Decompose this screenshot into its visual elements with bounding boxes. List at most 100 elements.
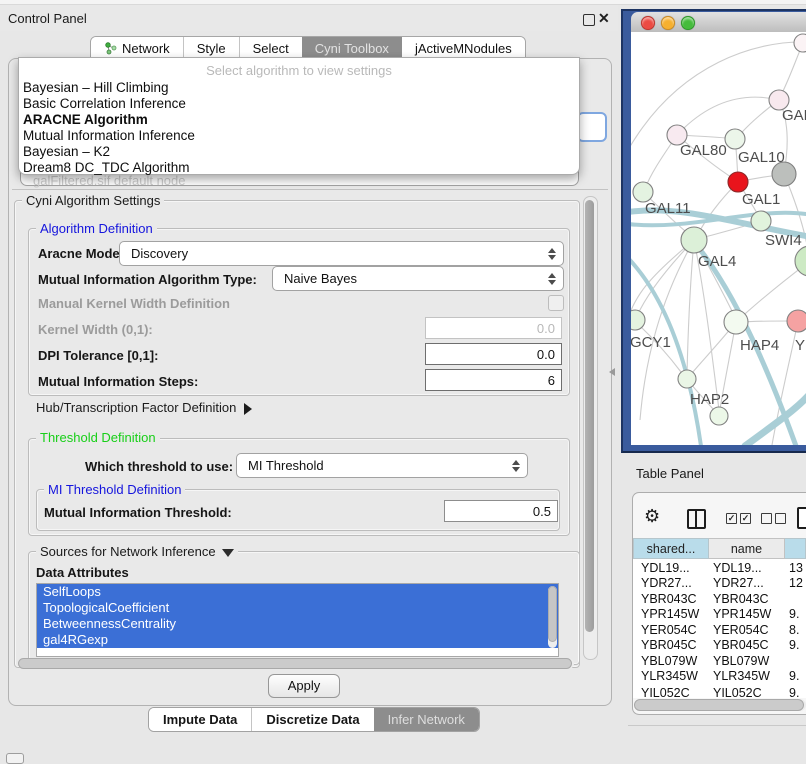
table-cell[interactable]: YIL052C — [713, 686, 762, 697]
which-threshold-label: Which threshold to use: — [85, 459, 233, 474]
settings-scrollbar[interactable] — [583, 196, 598, 660]
attributes-scrollbar[interactable] — [548, 586, 557, 648]
zoom-window-icon[interactable] — [681, 16, 695, 30]
table-cell[interactable]: YBR045C — [641, 638, 697, 652]
panel-divider — [12, 189, 608, 190]
table-cell[interactable]: YER054C — [641, 623, 697, 637]
bottom-tabbar: Impute Data Discretize Data Infer Networ… — [148, 707, 480, 732]
table-cell[interactable]: 12 — [789, 576, 803, 590]
network-window-titlebar[interactable] — [631, 12, 806, 33]
attribute-item-selected[interactable]: SelfLoops — [37, 584, 558, 600]
aracne-mode-select[interactable]: Discovery — [119, 241, 564, 266]
table-cell[interactable]: YBR045C — [713, 638, 769, 652]
close-window-icon[interactable] — [641, 16, 655, 30]
table-cell[interactable]: YBR043C — [641, 592, 697, 606]
cyni-algorithm-settings-title: Cyni Algorithm Settings — [22, 193, 164, 208]
node — [794, 34, 806, 52]
mi-steps-field[interactable]: 6 — [425, 369, 562, 391]
hub-definition-label: Hub/Transcription Factor Definition — [36, 400, 236, 415]
dpi-tolerance-field[interactable]: 0.0 — [425, 343, 562, 365]
gear-icon[interactable]: ⚙ — [644, 506, 660, 527]
table-cell[interactable]: YIL052C — [641, 686, 690, 697]
table-cell[interactable]: YDL19... — [713, 561, 762, 575]
mi-type-value: Naive Bayes — [284, 271, 357, 286]
tab-infer-network[interactable]: Infer Network — [374, 708, 479, 731]
dropdown-item-selected[interactable]: ARACNE Algorithm — [23, 112, 148, 127]
table-cell[interactable]: 9. — [789, 669, 799, 683]
tab-impute-data[interactable]: Impute Data — [149, 708, 251, 731]
table-cell[interactable]: 9. — [789, 686, 799, 697]
table-hscrollbar[interactable] — [634, 699, 806, 711]
close-icon[interactable]: ✕ — [598, 10, 610, 27]
table-cell[interactable]: YDR27... — [713, 576, 764, 590]
which-threshold-value: MI Threshold — [248, 458, 324, 473]
table-cell[interactable]: 13 — [789, 561, 803, 575]
node-label: SWI4 — [765, 232, 802, 249]
settings-hscrollbar-thumb[interactable] — [18, 658, 572, 669]
hub-definition-expander[interactable]: Hub/Transcription Factor Definition — [36, 400, 252, 415]
attributes-scrollbar-thumb[interactable] — [548, 586, 557, 642]
node-gcy1 — [631, 310, 645, 330]
node-hap2 — [678, 370, 696, 388]
dropdown-item[interactable]: Bayesian – Hill Climbing — [23, 80, 169, 95]
document-icon[interactable] — [797, 507, 806, 529]
table-cell[interactable]: YBL079W — [641, 654, 697, 668]
panel-splitter-handle[interactable] — [609, 368, 615, 376]
which-threshold-select[interactable]: MI Threshold — [236, 453, 528, 478]
stepper-icon — [548, 248, 556, 260]
dropdown-item[interactable]: Dream8 DC_TDC Algorithm — [23, 160, 190, 175]
node-gal4 — [681, 227, 707, 253]
minimize-window-icon[interactable] — [661, 16, 675, 30]
attribute-item-selected[interactable]: BetweennessCentrality — [37, 616, 558, 632]
table-cell[interactable]: YBR043C — [713, 592, 769, 606]
checked-checkbox-icon[interactable]: ✓ — [726, 513, 737, 524]
expand-right-icon — [244, 403, 252, 415]
table-cell[interactable]: YDR27... — [641, 576, 692, 590]
table-cell[interactable]: YLR345W — [713, 669, 770, 683]
dropdown-item[interactable]: Basic Correlation Inference — [23, 96, 186, 111]
collapsed-panel-chip[interactable] — [6, 753, 24, 764]
tab-discretize-data[interactable]: Discretize Data — [251, 708, 373, 731]
settings-scrollbar-thumb[interactable] — [585, 200, 594, 632]
mi-type-select[interactable]: Naive Bayes — [272, 266, 564, 291]
dropdown-item[interactable]: Bayesian – K2 — [23, 144, 110, 159]
kernel-width-field[interactable]: 0.0 — [425, 317, 562, 339]
float-panel-icon[interactable] — [583, 14, 595, 26]
attribute-item-selected[interactable]: gal4RGexp — [37, 632, 558, 648]
algorithm-definition-title: Algorithm Definition — [36, 221, 157, 236]
checked-checkbox-icon[interactable]: ✓ — [740, 513, 751, 524]
network-canvas[interactable]: GAL GAL80 GAL10 GAL1 GAL11 SWI4 GAL4 GCY… — [631, 32, 806, 445]
table-cell[interactable]: YBL079W — [713, 654, 769, 668]
table-cell[interactable]: YLR345W — [641, 669, 698, 683]
table-panel-title: Table Panel — [636, 466, 704, 481]
mi-steps-label: Mutual Information Steps: — [38, 374, 198, 389]
table-cell[interactable]: YER054C — [713, 623, 769, 637]
table-cell[interactable]: YPR145W — [641, 607, 699, 621]
table-cell[interactable]: 8. — [789, 623, 799, 637]
table-cell[interactable]: YPR145W — [713, 607, 771, 621]
table-cell[interactable]: 9. — [789, 607, 799, 621]
table-hscrollbar-thumb[interactable] — [634, 699, 804, 711]
table-cell[interactable]: 9. — [789, 638, 799, 652]
table-cell[interactable]: YDL19... — [641, 561, 690, 575]
data-attributes-list[interactable]: SelfLoops TopologicalCoefficient Between… — [36, 583, 559, 657]
column-header-name[interactable]: name — [709, 538, 785, 559]
manual-kernel-label: Manual Kernel Width Definition — [38, 296, 230, 311]
node-label: GAL1 — [742, 191, 780, 208]
column-header-shared[interactable]: shared... — [633, 538, 709, 559]
control-panel-titlebar — [0, 5, 618, 31]
column-header-partial[interactable] — [785, 538, 806, 559]
kernel-width-label: Kernel Width (0,1): — [38, 322, 153, 337]
settings-hscrollbar[interactable] — [18, 658, 574, 669]
unchecked-checkbox-icon[interactable] — [761, 513, 772, 524]
apply-button[interactable]: Apply — [268, 674, 340, 698]
unchecked-checkbox-icon[interactable] — [775, 513, 786, 524]
split-columns-icon[interactable] — [687, 509, 706, 529]
attribute-item-selected[interactable]: TopologicalCoefficient — [37, 600, 558, 616]
mi-threshold-field[interactable]: 0.5 — [444, 500, 558, 522]
tab-network-label: Network — [122, 41, 170, 56]
manual-kernel-checkbox[interactable] — [548, 295, 564, 311]
sources-title-label: Sources for Network Inference — [40, 544, 216, 559]
sources-group-title[interactable]: Sources for Network Inference — [36, 544, 238, 559]
dropdown-item[interactable]: Mutual Information Inference — [23, 128, 195, 143]
